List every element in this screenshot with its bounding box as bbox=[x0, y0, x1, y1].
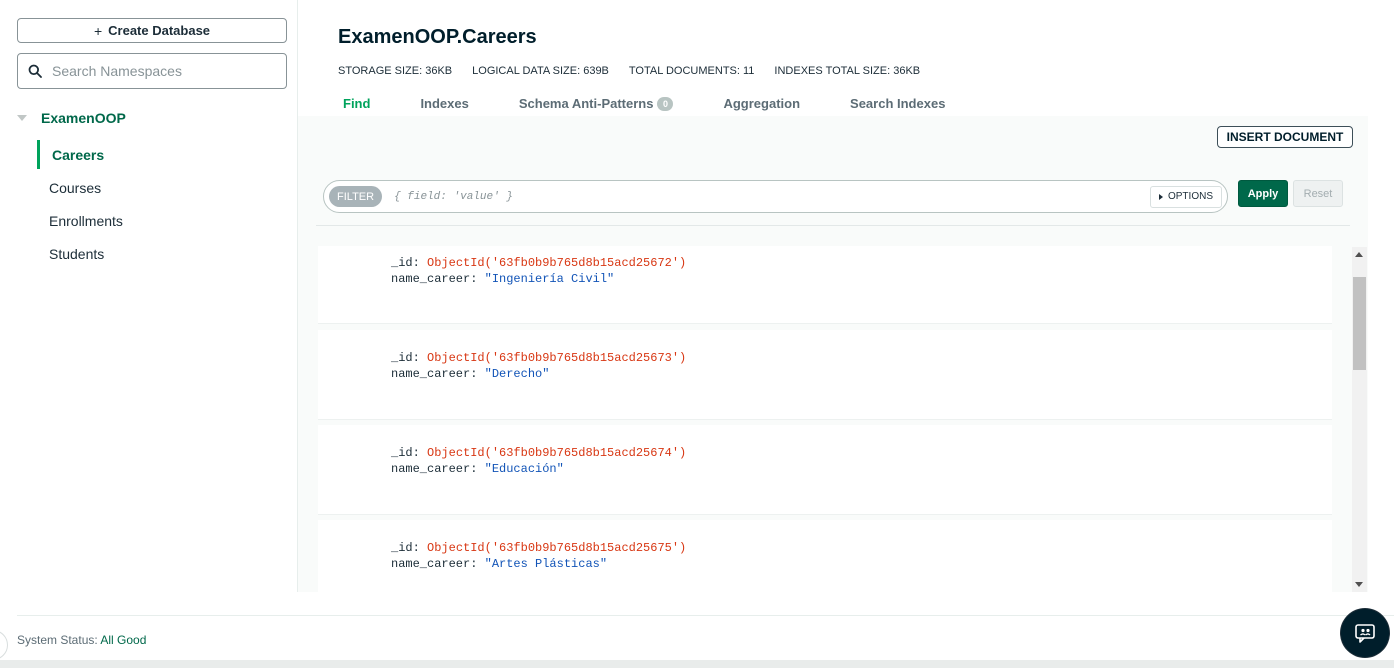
tab-search-indexes[interactable]: Search Indexes bbox=[850, 96, 945, 111]
scroll-thumb[interactable] bbox=[1353, 277, 1366, 370]
reset-button[interactable]: Reset bbox=[1293, 180, 1343, 207]
namespace-search-input[interactable] bbox=[52, 63, 272, 79]
options-label: OPTIONS bbox=[1167, 191, 1213, 202]
caret-down-icon[interactable] bbox=[17, 115, 27, 121]
document-list[interactable]: _id: ObjectId('63fb0b9b765d8b15acd25672'… bbox=[318, 246, 1332, 592]
document-field: name_career: "Artes Plásticas" bbox=[391, 557, 608, 571]
document-card[interactable]: _id: ObjectId('63fb0b9b765d8b15acd25673'… bbox=[318, 330, 1332, 420]
bottom-strip bbox=[0, 660, 1394, 668]
filter-bar: FILTER OPTIONS bbox=[323, 180, 1228, 213]
document-card[interactable]: _id: ObjectId('63fb0b9b765d8b15acd25675'… bbox=[318, 520, 1332, 592]
stat-logical-data-size: LOGICAL DATA SIZE: 639B bbox=[472, 65, 609, 77]
collection-tabs: Find Indexes Schema Anti-Patterns 0 Aggr… bbox=[343, 96, 995, 111]
tab-aggregation[interactable]: Aggregation bbox=[723, 96, 800, 111]
stat-total-documents: TOTAL DOCUMENTS: 11 bbox=[628, 65, 755, 77]
collection-item-careers[interactable]: Careers bbox=[37, 138, 287, 171]
chat-icon bbox=[1355, 624, 1375, 643]
document-field: _id: ObjectId('63fb0b9b765d8b15acd25674'… bbox=[391, 446, 687, 460]
collection-item-courses[interactable]: Courses bbox=[37, 171, 287, 204]
create-database-label: Create Database bbox=[108, 23, 211, 38]
tab-schema-anti-patterns[interactable]: Schema Anti-Patterns 0 bbox=[519, 96, 674, 111]
document-field: name_career: "Ingeniería Civil" bbox=[391, 272, 615, 286]
system-status-label: System Status: bbox=[17, 633, 98, 647]
filter-label: FILTER bbox=[329, 186, 383, 207]
tab-find[interactable]: Find bbox=[343, 96, 370, 111]
document-card[interactable]: _id: ObjectId('63fb0b9b765d8b15acd25672'… bbox=[318, 246, 1332, 324]
create-database-button[interactable]: + Create Database bbox=[17, 18, 287, 43]
chat-button[interactable] bbox=[1341, 609, 1389, 657]
collection-item-students[interactable]: Students bbox=[37, 237, 287, 270]
documents-panel: INSERT DOCUMENT FILTER OPTIONS Apply Res… bbox=[298, 116, 1368, 592]
apply-button[interactable]: Apply bbox=[1238, 180, 1288, 207]
collection-list: Careers Courses Enrollments Students bbox=[37, 138, 287, 270]
search-icon bbox=[28, 64, 42, 78]
document-field: _id: ObjectId('63fb0b9b765d8b15acd25672'… bbox=[391, 256, 687, 270]
system-status-value[interactable]: All Good bbox=[100, 633, 146, 647]
options-button[interactable]: OPTIONS bbox=[1149, 185, 1222, 208]
app-root: + Create Database ExamenOOP Careers Cour… bbox=[0, 0, 1394, 668]
namespace-search[interactable] bbox=[17, 53, 287, 89]
filter-input[interactable] bbox=[394, 190, 1150, 203]
scroll-up-icon[interactable] bbox=[1355, 252, 1363, 257]
document-card[interactable]: _id: ObjectId('63fb0b9b765d8b15acd25674'… bbox=[318, 425, 1332, 515]
divider bbox=[316, 225, 1350, 226]
plus-icon: + bbox=[93, 22, 103, 39]
document-field: name_career: "Educación" bbox=[391, 462, 564, 476]
page-title: ExamenOOP.Careers bbox=[338, 26, 537, 48]
system-status: System Status: All Good bbox=[17, 633, 146, 647]
footer-divider bbox=[17, 615, 1394, 616]
sidebar: + Create Database ExamenOOP Careers Cour… bbox=[0, 0, 298, 592]
tab-schema-anti-patterns-label: Schema Anti-Patterns bbox=[518, 96, 654, 111]
collection-stats: STORAGE SIZE: 36KB LOGICAL DATA SIZE: 63… bbox=[338, 65, 920, 77]
stat-storage-size: STORAGE SIZE: 36KB bbox=[338, 65, 453, 77]
database-name: ExamenOOP bbox=[41, 110, 126, 126]
scroll-down-icon[interactable] bbox=[1355, 582, 1363, 587]
document-field: _id: ObjectId('63fb0b9b765d8b15acd25675'… bbox=[391, 541, 687, 555]
side-handle[interactable] bbox=[0, 630, 8, 660]
database-item[interactable]: ExamenOOP bbox=[17, 108, 287, 128]
scrollbar[interactable] bbox=[1352, 247, 1367, 592]
stat-indexes-total-size: INDEXES TOTAL SIZE: 36KB bbox=[774, 65, 921, 77]
count-badge: 0 bbox=[657, 96, 674, 111]
document-field: _id: ObjectId('63fb0b9b765d8b15acd25673'… bbox=[391, 351, 687, 365]
collection-header: ExamenOOP.Careers STORAGE SIZE: 36KB LOG… bbox=[298, 0, 1394, 116]
insert-document-button[interactable]: INSERT DOCUMENT bbox=[1217, 126, 1353, 148]
collection-item-enrollments[interactable]: Enrollments bbox=[37, 204, 287, 237]
document-field: name_career: "Derecho" bbox=[391, 367, 550, 381]
caret-right-icon bbox=[1158, 193, 1163, 200]
tab-indexes[interactable]: Indexes bbox=[420, 96, 468, 111]
